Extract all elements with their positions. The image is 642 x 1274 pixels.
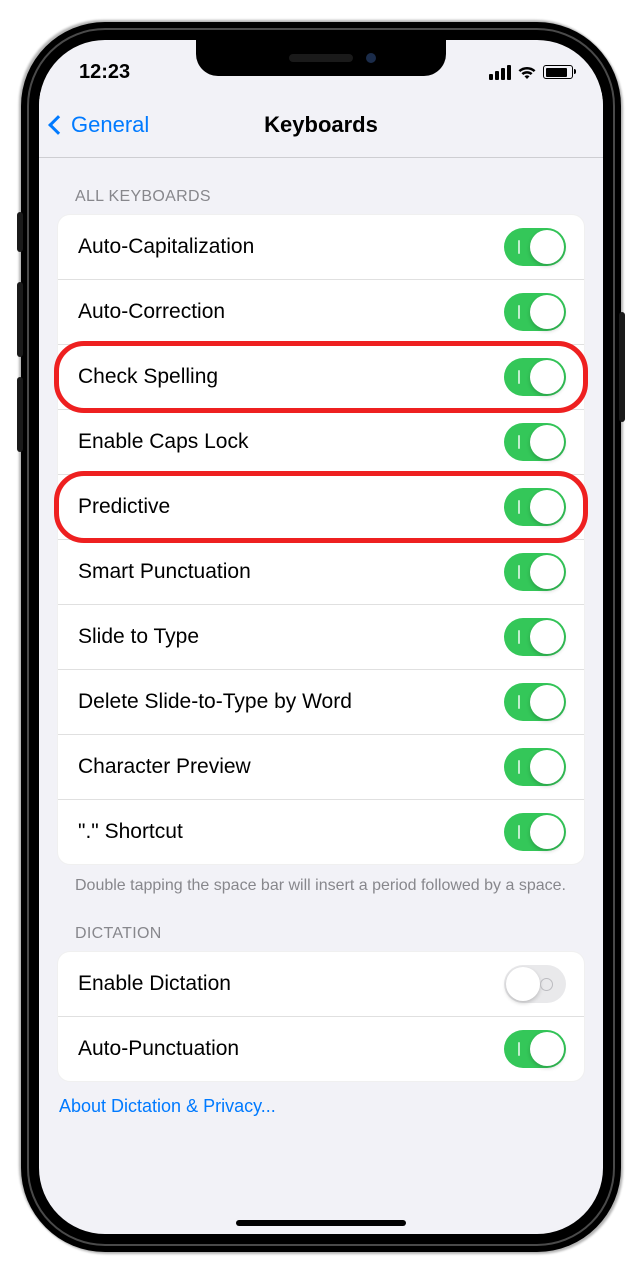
all-keyboards-list: Auto-Capitalization Auto-Correction Check …	[57, 214, 585, 865]
row-label: Auto-Capitalization	[78, 235, 254, 259]
cellular-icon	[489, 65, 511, 80]
row-label: Auto-Correction	[78, 300, 225, 324]
power-button	[619, 312, 625, 422]
row-label: Enable Dictation	[78, 972, 231, 996]
wifi-icon	[517, 65, 537, 80]
row-label: "." Shortcut	[78, 820, 183, 844]
toggle-knob	[530, 620, 564, 654]
toggle-knob	[530, 490, 564, 524]
row-character-preview: Character Preview	[58, 735, 584, 800]
section-footer: Double tapping the space bar will insert…	[39, 865, 603, 925]
toggle-auto-punctuation[interactable]	[504, 1030, 566, 1068]
row-label: Enable Caps Lock	[78, 430, 248, 454]
status-icons	[489, 65, 573, 80]
toggle-auto-correction[interactable]	[504, 293, 566, 331]
toggle-slide-to-type[interactable]	[504, 618, 566, 656]
toggle-knob	[530, 295, 564, 329]
toggle-character-preview[interactable]	[504, 748, 566, 786]
row-label: Smart Punctuation	[78, 560, 251, 584]
row-smart-punctuation: Smart Punctuation	[58, 540, 584, 605]
toggle-knob	[530, 555, 564, 589]
page-title: Keyboards	[264, 112, 378, 138]
content[interactable]: ALL KEYBOARDS Auto-Capitalization Auto-Co…	[39, 158, 603, 1234]
row-check-spelling: Check Spelling	[58, 345, 584, 410]
toggle-knob	[530, 685, 564, 719]
toggle-enable-dictation[interactable]	[504, 965, 566, 1003]
about-dictation-link[interactable]: About Dictation & Privacy...	[39, 1082, 603, 1131]
row-auto-punctuation: Auto-Punctuation	[58, 1017, 584, 1081]
section-header-all-keyboards: ALL KEYBOARDS	[39, 188, 603, 214]
battery-icon	[543, 65, 573, 79]
screen: 12:23 General Keyboards ALL KEYBOARDS Au…	[39, 40, 603, 1234]
toggle-knob	[530, 1032, 564, 1066]
status-time: 12:23	[79, 61, 130, 84]
toggle-enable-caps-lock[interactable]	[504, 423, 566, 461]
toggle-knob	[530, 425, 564, 459]
toggle-knob	[530, 750, 564, 784]
row-enable-dictation: Enable Dictation	[58, 952, 584, 1017]
row-slide-to-type: Slide to Type	[58, 605, 584, 670]
toggle-smart-punctuation[interactable]	[504, 553, 566, 591]
section-header-dictation: DICTATION	[39, 925, 603, 951]
row-delete-slide-to-type-by-word: Delete Slide-to-Type by Word	[58, 670, 584, 735]
row-label: Slide to Type	[78, 625, 199, 649]
row-auto-correction: Auto-Correction	[58, 280, 584, 345]
row-label: Predictive	[78, 495, 170, 519]
back-button[interactable]: General	[51, 112, 149, 138]
row-enable-caps-lock: Enable Caps Lock	[58, 410, 584, 475]
volume-up-button	[17, 282, 23, 357]
toggle-knob	[530, 230, 564, 264]
row-label: Delete Slide-to-Type by Word	[78, 690, 352, 714]
toggle-knob	[530, 360, 564, 394]
toggle-predictive[interactable]	[504, 488, 566, 526]
volume-down-button	[17, 377, 23, 452]
toggle-auto-capitalization[interactable]	[504, 228, 566, 266]
toggle-shortcut[interactable]	[504, 813, 566, 851]
row-label: Check Spelling	[78, 365, 218, 389]
home-indicator[interactable]	[236, 1220, 406, 1226]
row-predictive: Predictive	[58, 475, 584, 540]
row-label: Character Preview	[78, 755, 251, 779]
toggle-knob	[530, 815, 564, 849]
row-shortcut: "." Shortcut	[58, 800, 584, 864]
notch	[196, 40, 446, 76]
mute-switch	[17, 212, 23, 252]
phone-frame: 12:23 General Keyboards ALL KEYBOARDS Au…	[21, 22, 621, 1252]
back-label: General	[71, 112, 149, 138]
chevron-left-icon	[48, 115, 68, 135]
dictation-list: Enable Dictation Auto-Punctuation	[57, 951, 585, 1082]
row-auto-capitalization: Auto-Capitalization	[58, 215, 584, 280]
toggle-knob	[506, 967, 540, 1001]
toggle-check-spelling[interactable]	[504, 358, 566, 396]
toggle-delete-slide-to-type-by-word[interactable]	[504, 683, 566, 721]
row-label: Auto-Punctuation	[78, 1037, 239, 1061]
nav-bar: General Keyboards	[39, 92, 603, 158]
